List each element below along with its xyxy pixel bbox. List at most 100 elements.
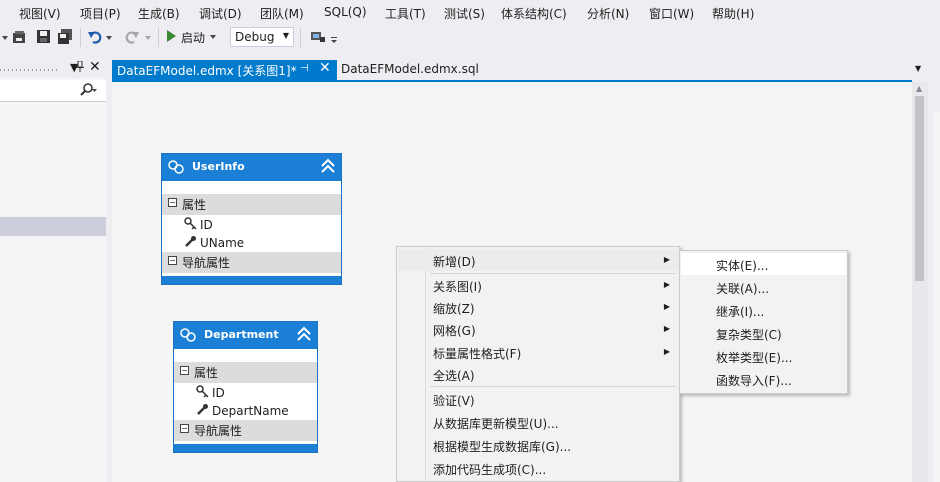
- menu-item-generate-db[interactable]: 根据模型生成数据库(G)...: [398, 434, 678, 456]
- key-icon: [184, 216, 197, 233]
- navigation-section[interactable]: − 导航属性: [174, 420, 317, 441]
- tab-label: DataEFModel.edmx [关系图1]*: [117, 64, 297, 78]
- add-submenu: 实体(E)... 关联(A)... 继承(I)... 复杂类型(C) 枚举类型(…: [679, 250, 848, 394]
- menu-window[interactable]: 窗口(W): [649, 5, 694, 22]
- menu-item-scalar-format[interactable]: 标量属性格式(F) ▶: [398, 341, 678, 363]
- tab-list-dropdown-icon[interactable]: ▼: [915, 64, 921, 73]
- right-side-panel: [928, 60, 940, 482]
- panel-search-box[interactable]: [0, 80, 106, 102]
- entity-icon: [167, 159, 185, 178]
- section-label: 属性: [194, 366, 219, 380]
- menu-team[interactable]: 团队(M): [260, 5, 304, 22]
- save-icon[interactable]: [36, 29, 52, 45]
- section-label: 导航属性: [182, 256, 231, 270]
- collapse-icon[interactable]: [319, 157, 337, 178]
- undo-dropdown-icon[interactable]: [106, 33, 112, 49]
- attach-process-icon[interactable]: [310, 29, 326, 45]
- menu-item-diagram[interactable]: 关系图(I) ▶: [398, 274, 678, 296]
- menu-item-add[interactable]: 新增(D) ▶: [398, 249, 678, 271]
- chevron-right-icon: ▶: [663, 255, 670, 264]
- tab-edmx-sql[interactable]: DataEFModel.edmx.sql: [341, 62, 479, 76]
- tab-edmx-diagram[interactable]: DataEFModel.edmx [关系图1]* ⊣ ✕: [112, 60, 337, 80]
- property-row[interactable]: ID: [184, 216, 213, 233]
- chevron-right-icon: ▶: [663, 347, 670, 356]
- property-name: ID: [212, 385, 225, 400]
- menu-item-select-all[interactable]: 全选(A): [398, 363, 678, 385]
- entity-header[interactable]: UserInfo: [162, 154, 341, 181]
- submenu-item-enum-type[interactable]: 枚举类型(E)...: [681, 345, 846, 367]
- submenu-item-function-import[interactable]: 函数导入(F)...: [681, 368, 846, 390]
- property-row[interactable]: UName: [184, 234, 244, 251]
- entity-name: Department: [204, 328, 279, 341]
- pin-icon[interactable]: ⊣: [300, 63, 309, 74]
- wrench-icon: [184, 235, 197, 251]
- entity-header[interactable]: Department: [174, 322, 317, 349]
- undo-icon[interactable]: [88, 29, 104, 45]
- toolbar: [0, 24, 940, 51]
- menu-item-grid[interactable]: 网格(G) ▶: [398, 318, 678, 340]
- configuration-value: Debug: [235, 30, 275, 44]
- configuration-dropdown[interactable]: Debug ▼: [230, 27, 294, 47]
- selected-tree-item[interactable]: [0, 217, 106, 236]
- menu-item-zoom[interactable]: 缩放(Z) ▶: [398, 296, 678, 318]
- play-icon: [166, 30, 176, 45]
- menu-debug[interactable]: 调试(D): [199, 5, 242, 22]
- chevron-right-icon: ▶: [663, 324, 670, 333]
- property-name: ID: [200, 217, 213, 232]
- chevron-right-icon: ▶: [663, 302, 670, 311]
- property-row[interactable]: DepartName: [196, 402, 289, 419]
- collapse-icon[interactable]: [295, 325, 313, 346]
- navigation-section[interactable]: − 导航属性: [162, 252, 341, 273]
- start-label: 启动: [181, 31, 206, 45]
- property-name: DepartName: [212, 403, 289, 418]
- menu-item-update-from-db[interactable]: 从数据库更新模型(U)...: [398, 411, 678, 433]
- menu-analyze[interactable]: 分析(N): [587, 5, 629, 22]
- redo-dropdown-icon[interactable]: [145, 33, 151, 49]
- chevron-right-icon: ▶: [663, 280, 670, 289]
- menu-item-validate[interactable]: 验证(V): [398, 388, 678, 410]
- menu-help[interactable]: 帮助(H): [712, 5, 754, 22]
- scrollbar-thumb[interactable]: [915, 96, 924, 281]
- start-button[interactable]: 启动: [166, 28, 217, 47]
- menu-item-add-code-gen[interactable]: 添加代码生成项(C)...: [398, 457, 678, 479]
- menu-project[interactable]: 项目(P): [80, 5, 121, 22]
- submenu-item-association[interactable]: 关联(A)...: [681, 276, 846, 298]
- properties-section[interactable]: − 属性: [174, 362, 317, 383]
- properties-section[interactable]: − 属性: [162, 194, 341, 215]
- menu-view[interactable]: 视图(V): [19, 5, 61, 22]
- submenu-item-complex-type[interactable]: 复杂类型(C): [681, 322, 846, 344]
- panel-grip[interactable]: [0, 69, 60, 71]
- pin-icon[interactable]: [76, 60, 84, 75]
- toolbar-overflow-icon[interactable]: [330, 35, 338, 51]
- collapse-box-icon[interactable]: −: [168, 198, 177, 207]
- redo-icon[interactable]: [124, 29, 140, 45]
- menu-tools[interactable]: 工具(T): [385, 5, 426, 22]
- close-icon[interactable]: ✕: [319, 60, 331, 76]
- menu-bar: 视图(V) 项目(P) 生成(B) 调试(D) 团队(M) SQL(Q) 工具(…: [0, 0, 940, 24]
- property-row[interactable]: ID: [196, 384, 225, 401]
- submenu-item-inheritance[interactable]: 继承(I)...: [681, 299, 846, 321]
- collapse-box-icon[interactable]: −: [168, 256, 177, 265]
- menu-architecture[interactable]: 体系结构(C): [501, 5, 567, 22]
- submenu-item-entity[interactable]: 实体(E)...: [681, 253, 846, 275]
- dropdown-arrow-icon[interactable]: [2, 33, 8, 49]
- save-all-icon[interactable]: [58, 29, 74, 45]
- section-label: 属性: [182, 198, 207, 212]
- start-dropdown-icon[interactable]: [210, 31, 217, 45]
- collapse-box-icon[interactable]: −: [180, 424, 189, 433]
- vertical-scrollbar[interactable]: ▲: [912, 82, 928, 482]
- entity-icon: [179, 327, 197, 346]
- menu-sql[interactable]: SQL(Q): [324, 5, 367, 19]
- context-menu: 新增(D) ▶ 关系图(I) ▶ 缩放(Z) ▶ 网格(G) ▶ 标量属性格式(…: [396, 246, 680, 482]
- entity-userinfo[interactable]: UserInfo − 属性 ID UName − 导航属性: [161, 153, 342, 285]
- section-label: 导航属性: [194, 424, 243, 438]
- collapse-box-icon[interactable]: −: [180, 366, 189, 375]
- menu-test[interactable]: 测试(S): [444, 5, 485, 22]
- menu-build[interactable]: 生成(B): [138, 5, 180, 22]
- search-icon[interactable]: [80, 83, 98, 100]
- open-file-icon[interactable]: [12, 29, 28, 45]
- close-icon[interactable]: ✕: [89, 59, 101, 75]
- scroll-up-icon[interactable]: ▲: [916, 84, 922, 93]
- property-name: UName: [200, 235, 245, 250]
- entity-department[interactable]: Department − 属性 ID DepartName − 导航属性: [173, 321, 318, 453]
